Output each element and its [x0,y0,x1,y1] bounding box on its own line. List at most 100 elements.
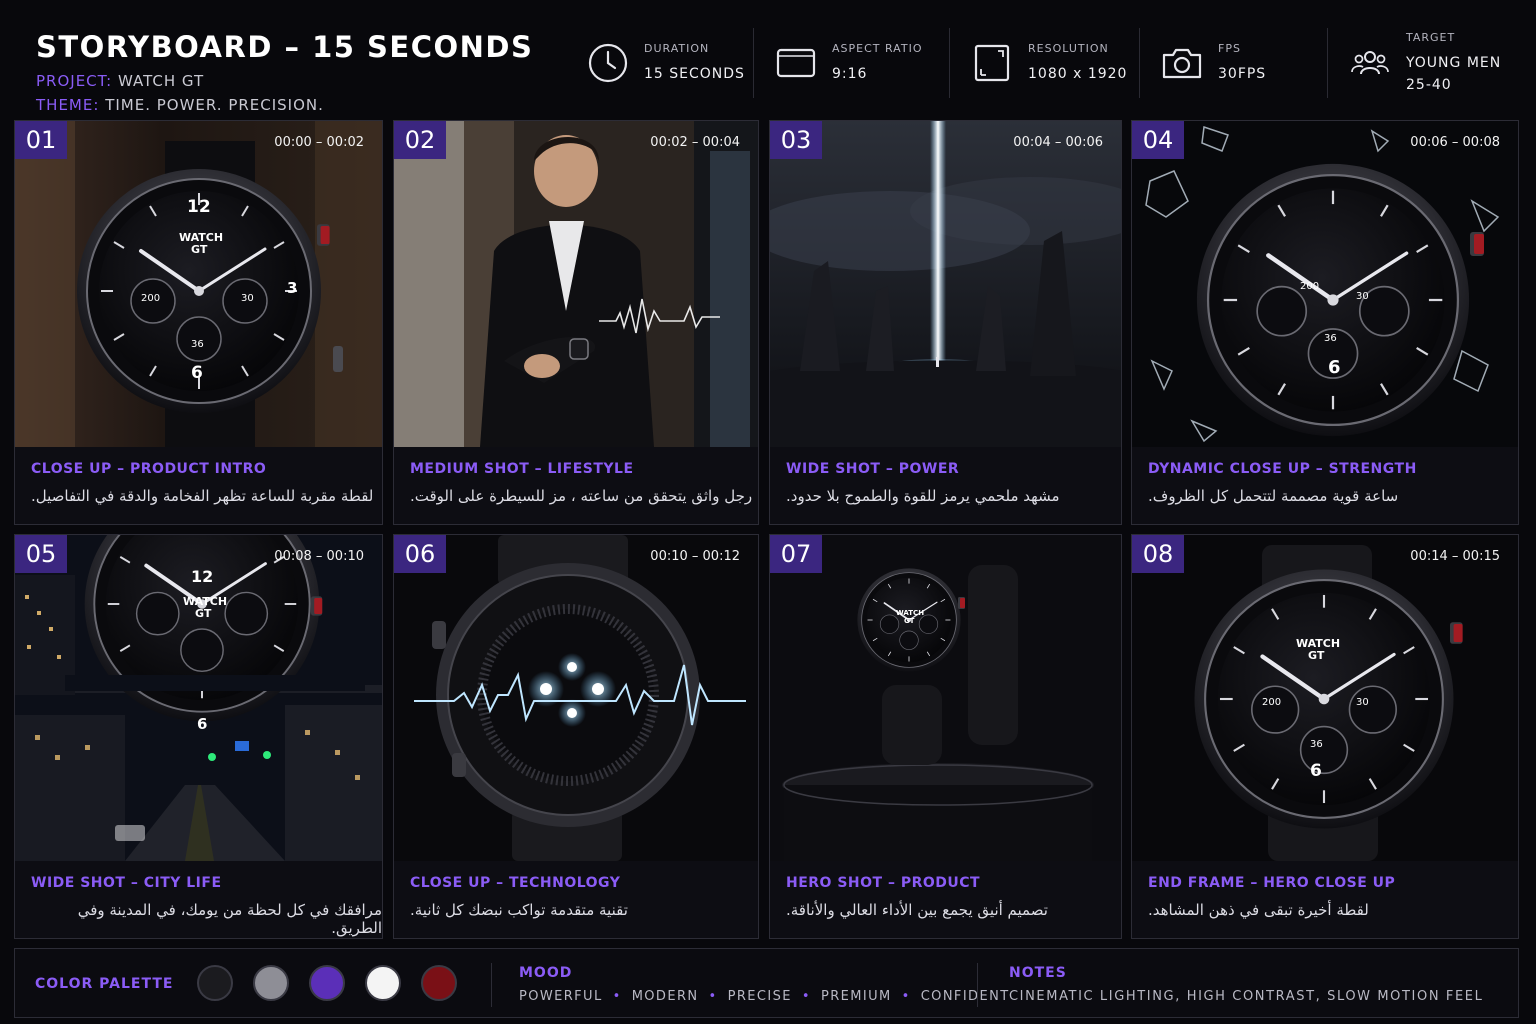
clock-icon [586,41,630,85]
mood-label: MOOD [519,965,573,981]
spec-label: ASPECT RATIO [832,41,923,55]
shot-image-05: 12 WATCH GT 6 [15,535,382,861]
header-title-block: STORYBOARD – 15 SECONDS PROJECT: WATCH G… [14,12,554,114]
spec-value: 15 SECONDS [644,65,745,82]
shot-panel-08[interactable]: WATCH GT 200 30 36 6 08 00:14 – 00:15 EN… [1131,534,1519,939]
mood-list: POWERFUL • MODERN • PRECISE • PREMIUM • CONF… [519,989,1010,1004]
palette-label: COLOR PALETTE [35,976,174,992]
shot-timecode: 00:00 – 00:02 [274,135,364,150]
project-line: PROJECT: WATCH GT [36,72,204,90]
shot-timecode: 00:10 – 00:12 [650,549,740,564]
watch-numeral-12: 12 [191,567,214,586]
shot-description: لقطة مقربة للساعة تظهر الفخامة والدقة في… [31,487,374,505]
spec-label: DURATION [644,41,710,55]
watch-numeral-12: 12 [187,197,211,217]
shot-image-03 [770,121,1121,447]
shot-image-04: 200 30 36 6 [1132,121,1518,447]
spec-aspect-ratio: ASPECT RATIO 9:16 [754,28,950,98]
watch-sub-bottom: 36 [1310,739,1323,750]
shot-title: MEDIUM SHOT – LIFESTYLE [410,461,634,477]
spec-label: RESOLUTION [1028,41,1109,55]
theme-key: THEME: [36,96,100,114]
watch-face-labels: 12 WATCH GT 200 30 36 3 6 [15,121,382,447]
bullet-dot: • [708,989,718,1004]
project-value: WATCH GT [118,72,205,90]
spec-label: FPS [1218,41,1241,55]
shot-description: تصميم أنيق يجمع بين الأداء العالي والأنا… [786,901,1048,919]
watch-model: GT [904,617,915,625]
target-line-1: YOUNG MEN [1406,54,1502,71]
notes-label: NOTES [1009,965,1067,981]
shot-panel-01[interactable]: 12 WATCH GT 200 30 36 3 6 01 00:00 – 00:… [14,120,383,525]
shot-timecode: 00:06 – 00:08 [1410,135,1500,150]
shot-description: لقطة أخيرة تبقى في ذهن المشاهد. [1148,901,1369,919]
shot-panel-02[interactable]: 02 00:02 – 00:04 MEDIUM SHOT – LIFESTYLE… [393,120,759,525]
watch-sub-right: 30 [241,293,254,304]
color-swatch[interactable] [309,965,345,1001]
watch-model: GT [191,243,208,256]
spec-label: TARGET [1406,30,1456,44]
shot-number: 04 [1132,121,1184,159]
mood-item: POWERFUL [519,989,603,1004]
shot-number: 01 [15,121,67,159]
watch-numeral-6: 6 [1310,761,1322,781]
color-swatch[interactable] [253,965,289,1001]
shot-panel-05[interactable]: 12 WATCH GT 6 05 00:08 – 00:10 WIDE SHOT… [14,534,383,939]
notes-text: CINEMATIC LIGHTING, HIGH CONTRAST, SLOW … [1009,989,1484,1004]
shot-number: 05 [15,535,67,573]
mood-item: CONFIDENT [920,989,1010,1004]
target-audience-icon [1348,41,1392,85]
watch-sub-bottom: 36 [191,339,204,350]
theme-line: THEME: TIME. POWER. PRECISION. [36,96,324,114]
shot-timecode: 00:04 – 00:06 [1013,135,1103,150]
shot-title: HERO SHOT – PRODUCT [786,875,981,891]
watch-sub-left: 200 [141,293,161,304]
watch-numeral-6: 6 [191,363,203,383]
spec-value: 1080 x 1920 [1028,65,1128,82]
shot-timecode: 00:14 – 00:15 [1410,549,1500,564]
watch-sub-left: 200 [1262,697,1282,708]
shot-panel-04[interactable]: 200 30 36 6 04 00:06 – 00:08 DYNAMIC CLO… [1131,120,1519,525]
shot-panel-03[interactable]: 03 00:04 – 00:06 WIDE SHOT – POWER مشهد … [769,120,1122,525]
watch-numeral-6: 6 [1328,357,1341,378]
spec-value: 30FPS [1218,65,1267,82]
shot-description: مشهد ملحمي يرمز للقوة والطموح بلا حدود. [786,487,1060,505]
color-swatch[interactable] [365,965,401,1001]
shot-title: CLOSE UP – TECHNOLOGY [410,875,621,891]
watch-face-labels: 200 30 36 6 [1132,121,1518,447]
shot-title: DYNAMIC CLOSE UP – STRENGTH [1148,461,1417,477]
spec-value: YOUNG MEN 25-40 [1406,52,1501,96]
bullet-dot: • [901,989,911,1004]
watch-numeral-3: 3 [287,279,298,297]
watch-sub-bottom: 36 [1324,333,1337,344]
project-key: PROJECT: [36,72,113,90]
color-swatch[interactable] [421,965,457,1001]
spec-resolution: RESOLUTION 1080 x 1920 [950,28,1140,98]
spec-bar: DURATION 15 SECONDS ASPECT RATIO 9:16 RESO… [566,28,1518,98]
bullet-dot: • [801,989,811,1004]
shot-description: مرافقك في كل لحظة من يومك، في المدينة وف… [77,901,382,937]
watch-sub-right: 30 [1356,291,1369,302]
shot-title: END FRAME – HERO CLOSE UP [1148,875,1396,891]
shot-number: 06 [394,535,446,573]
color-swatch[interactable] [197,965,233,1001]
watch-model: GT [1308,649,1325,662]
shot-description: رجل واثق يتحقق من ساعته ، مز للسيطرة على… [410,487,753,505]
shot-panel-06[interactable]: 06 00:10 – 00:12 CLOSE UP – TECHNOLOGY ت… [393,534,759,939]
shot-description: تقنية متقدمة تواكب نبضك كل ثانية. [410,901,628,919]
watch-face-labels: WATCH GT 200 30 36 6 [1132,535,1518,861]
shot-timecode: 00:08 – 00:10 [274,549,364,564]
footer-bar: COLOR PALETTE MOOD POWERFUL • MODERN • PRE… [14,948,1519,1018]
spec-fps: FPS 30FPS [1140,28,1328,98]
shot-number: 07 [770,535,822,573]
page-title: STORYBOARD – 15 SECONDS [36,30,534,64]
shot-title: WIDE SHOT – POWER [786,461,960,477]
shot-panel-07[interactable]: WATCH GT 07 HERO SHOT – PRODUCT تصميم أن… [769,534,1122,939]
watch-brand: WATCH [896,609,925,617]
watch-numeral-6: 6 [197,715,208,733]
mood-item: PRECISE [727,989,792,1004]
divider [491,963,492,1007]
watch-face-labels: 12 WATCH GT 6 [15,535,382,861]
target-line-2: 25-40 [1406,76,1452,93]
spec-target: TARGET YOUNG MEN 25-40 [1328,28,1518,98]
